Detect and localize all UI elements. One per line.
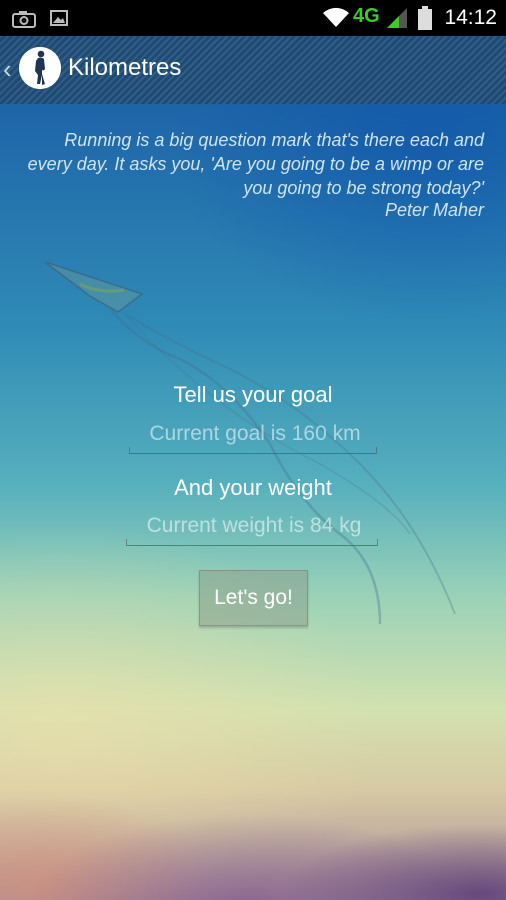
chevron-left-icon[interactable]: ‹ [3,54,12,85]
goal-label: Tell us your goal [173,382,333,407]
goal-input-underline [129,447,377,454]
clock: 14:12 [444,6,497,29]
quote-text: Running is a big question mark that's th… [27,130,484,198]
wifi-icon [322,6,350,33]
battery-icon [418,6,432,35]
quote-author: Peter Maher [384,200,484,220]
status-bar: 4G 14:12 [0,0,506,36]
main-content: Running is a big question mark that's th… [0,104,506,900]
gallery-icon [50,10,68,31]
weight-input-underline [126,539,378,546]
camera-icon [12,10,36,33]
app-title: Kilometres [68,54,182,81]
goal-input[interactable] [129,418,381,450]
action-bar: ‹ Kilometres [0,36,506,106]
weight-label: And your weight [174,475,332,500]
runner-icon[interactable] [19,47,61,89]
signal-icon [386,7,408,34]
kite-background-image [44,261,456,625]
network-type: 4G [353,5,380,27]
lets-go-button[interactable]: Let's go! [199,570,308,626]
weight-input[interactable] [126,510,382,542]
